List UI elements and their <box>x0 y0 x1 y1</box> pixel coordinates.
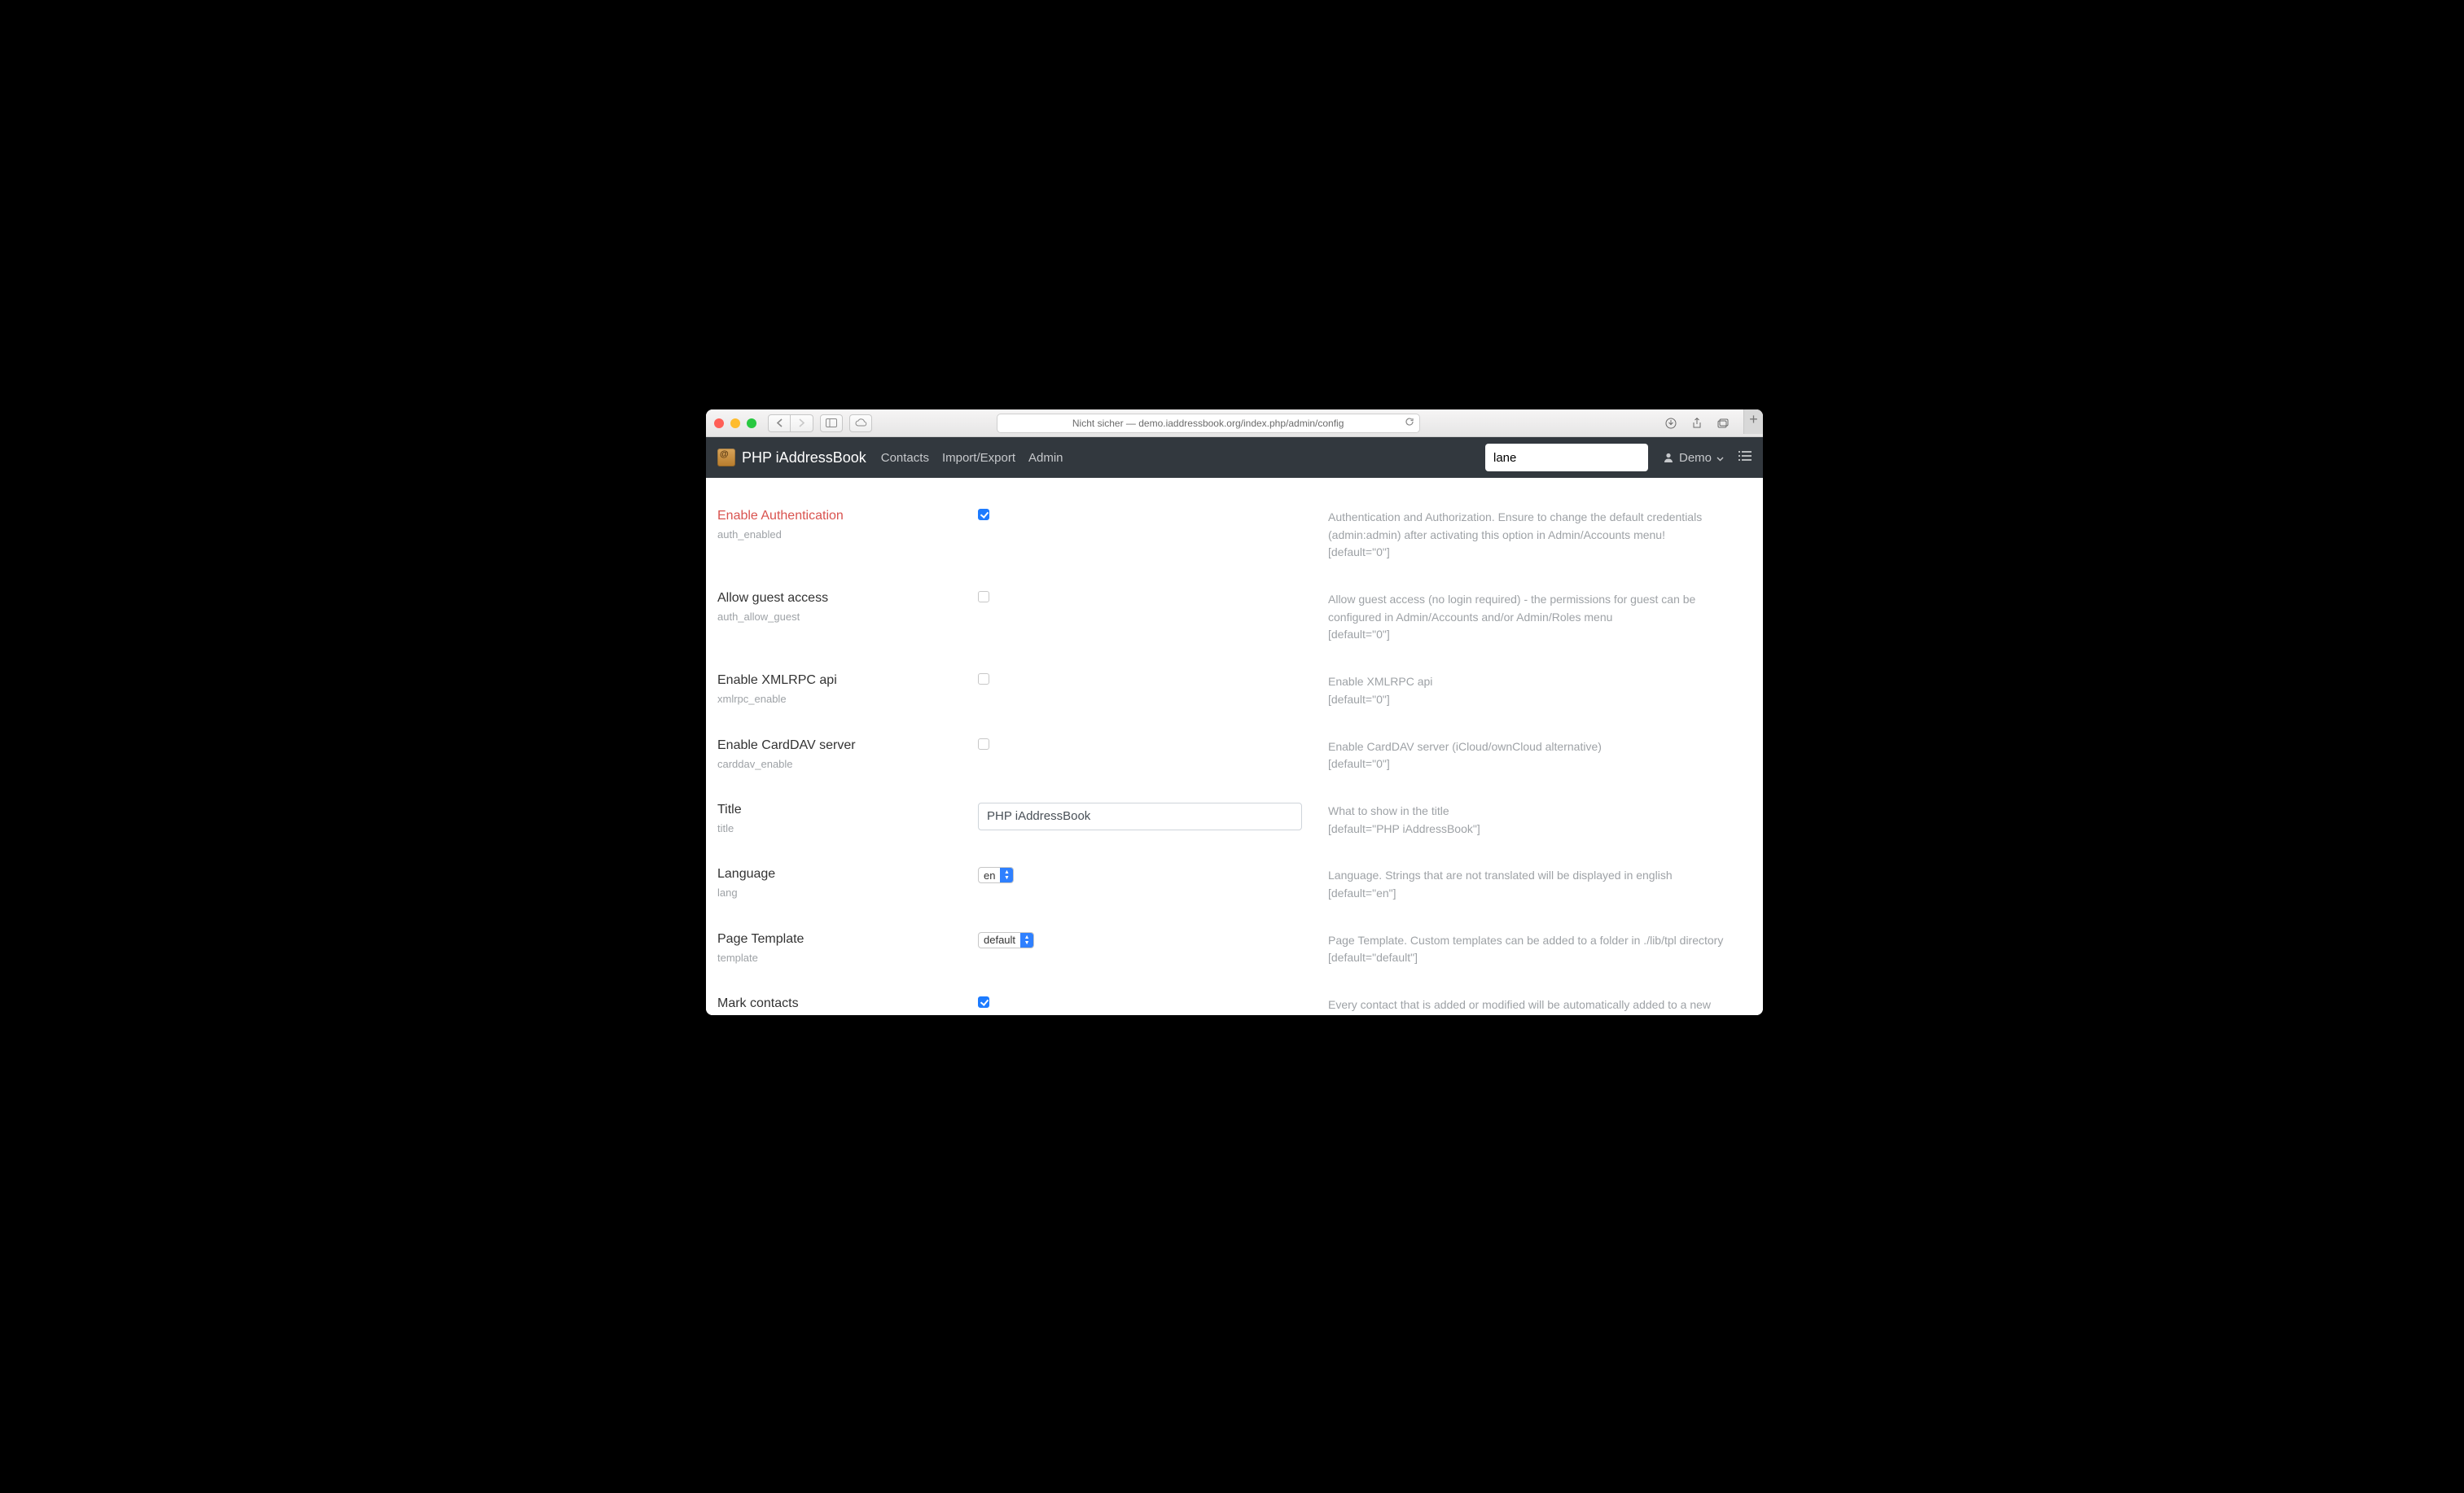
browser-titlebar: Nicht sicher — demo.iaddressbook.org/ind… <box>706 409 1763 437</box>
brand[interactable]: PHP iAddressBook <box>717 449 866 466</box>
nav-import-export[interactable]: Import/Export <box>942 451 1015 465</box>
search-box[interactable] <box>1485 444 1648 471</box>
sidebar-toggle-button[interactable] <box>820 414 843 432</box>
reload-icon[interactable] <box>1405 417 1414 429</box>
row-title: Language <box>717 867 970 882</box>
nav-contacts[interactable]: Contacts <box>881 451 929 465</box>
brand-label: PHP iAddressBook <box>742 449 866 466</box>
config-form: Enable Authentication auth_enabled Authent… <box>706 478 1763 1015</box>
row-title: Allow guest access <box>717 591 970 606</box>
config-row-title: Title title What to show in the title[defa… <box>717 791 1752 856</box>
row-help: Language. Strings that are not translate… <box>1328 867 1752 902</box>
checkbox-carddav_enable[interactable] <box>978 738 989 750</box>
close-window-button[interactable] <box>714 418 724 428</box>
window-controls <box>714 418 756 428</box>
select-value: en <box>979 868 1000 882</box>
titlebar-right: + <box>1662 414 1755 432</box>
config-row-lang: Languagelangen▲▼Language. Strings that a… <box>717 856 1752 920</box>
row-title: Enable CardDAV server <box>717 738 970 753</box>
text-input-title[interactable] <box>978 803 1302 830</box>
user-icon <box>1663 452 1674 463</box>
address-text: Nicht sicher — demo.iaddressbook.org/ind… <box>1072 418 1344 429</box>
row-title: Mark contacts <box>717 996 970 1011</box>
select-lang[interactable]: en▲▼ <box>978 867 1014 883</box>
config-row-carddav_enable: Enable CardDAV server carddav_enable Enabl… <box>717 727 1752 791</box>
cloud-button[interactable] <box>849 414 872 432</box>
config-row-template: Page Template template default▲▼ Page Templ… <box>717 921 1752 985</box>
row-help: Every contact that is added or modified … <box>1328 996 1752 1015</box>
config-row-mark_changed: Mark contactsmark_changedEvery contact t… <box>717 985 1752 1015</box>
nav-links: Contacts Import/Export Admin <box>881 451 1063 465</box>
config-row-xmlrpc_enable: Enable XMLRPC api xmlrpc_enable Enable XML… <box>717 662 1752 726</box>
brand-icon <box>717 449 735 466</box>
checkbox-auth_allow_guest[interactable] <box>978 591 989 602</box>
maximize-window-button[interactable] <box>747 418 756 428</box>
row-help: Authentication and Authorization. Ensure… <box>1328 509 1752 562</box>
nav-buttons <box>768 414 813 432</box>
select-arrows-icon: ▲▼ <box>1020 933 1033 948</box>
chevron-down-icon <box>1716 451 1724 465</box>
new-tab-button[interactable]: + <box>1743 409 1763 434</box>
row-key: xmlrpc_enable <box>717 693 970 705</box>
row-title: Enable Authentication <box>717 509 970 523</box>
row-help: Page Template. Custom templates can be a… <box>1328 932 1752 967</box>
row-help: Enable XMLRPC api[default="0"] <box>1328 673 1752 708</box>
row-key: auth_enabled <box>717 528 970 541</box>
row-help: Enable CardDAV server (iCloud/ownCloud a… <box>1328 738 1752 773</box>
checkbox-mark_changed[interactable] <box>978 996 989 1008</box>
config-row-auth_enabled: Enable Authentication auth_enabled Authent… <box>717 497 1752 580</box>
forward-button[interactable] <box>791 414 813 432</box>
row-title: Page Template <box>717 932 970 947</box>
list-view-icon[interactable] <box>1738 450 1752 466</box>
search-input[interactable] <box>1493 451 1640 465</box>
select-template[interactable]: default▲▼ <box>978 932 1034 948</box>
select-value: default <box>979 933 1020 948</box>
checkbox-auth_enabled[interactable] <box>978 509 989 520</box>
row-title: Title <box>717 803 970 817</box>
row-key: auth_allow_guest <box>717 611 970 623</box>
tabs-icon[interactable] <box>1714 414 1732 432</box>
row-key: lang <box>717 887 970 899</box>
back-button[interactable] <box>768 414 791 432</box>
row-title: Enable XMLRPC api <box>717 673 970 688</box>
row-help: What to show in the title[default="PHP i… <box>1328 803 1752 838</box>
share-icon[interactable] <box>1688 414 1706 432</box>
minimize-window-button[interactable] <box>730 418 740 428</box>
downloads-icon[interactable] <box>1662 414 1680 432</box>
address-bar[interactable]: Nicht sicher — demo.iaddressbook.org/ind… <box>997 414 1420 433</box>
select-arrows-icon: ▲▼ <box>1000 868 1013 882</box>
app-navbar: PHP iAddressBook Contacts Import/Export … <box>706 437 1763 478</box>
row-key: carddav_enable <box>717 758 970 770</box>
user-menu[interactable]: Demo <box>1663 451 1724 465</box>
row-key: template <box>717 952 970 964</box>
nav-admin[interactable]: Admin <box>1028 451 1063 465</box>
browser-window: Nicht sicher — demo.iaddressbook.org/ind… <box>706 409 1763 1015</box>
row-key: title <box>717 822 970 834</box>
config-row-auth_allow_guest: Allow guest access auth_allow_guest Allow … <box>717 580 1752 662</box>
user-label: Demo <box>1679 451 1712 465</box>
checkbox-xmlrpc_enable[interactable] <box>978 673 989 685</box>
row-help: Allow guest access (no login required) -… <box>1328 591 1752 644</box>
